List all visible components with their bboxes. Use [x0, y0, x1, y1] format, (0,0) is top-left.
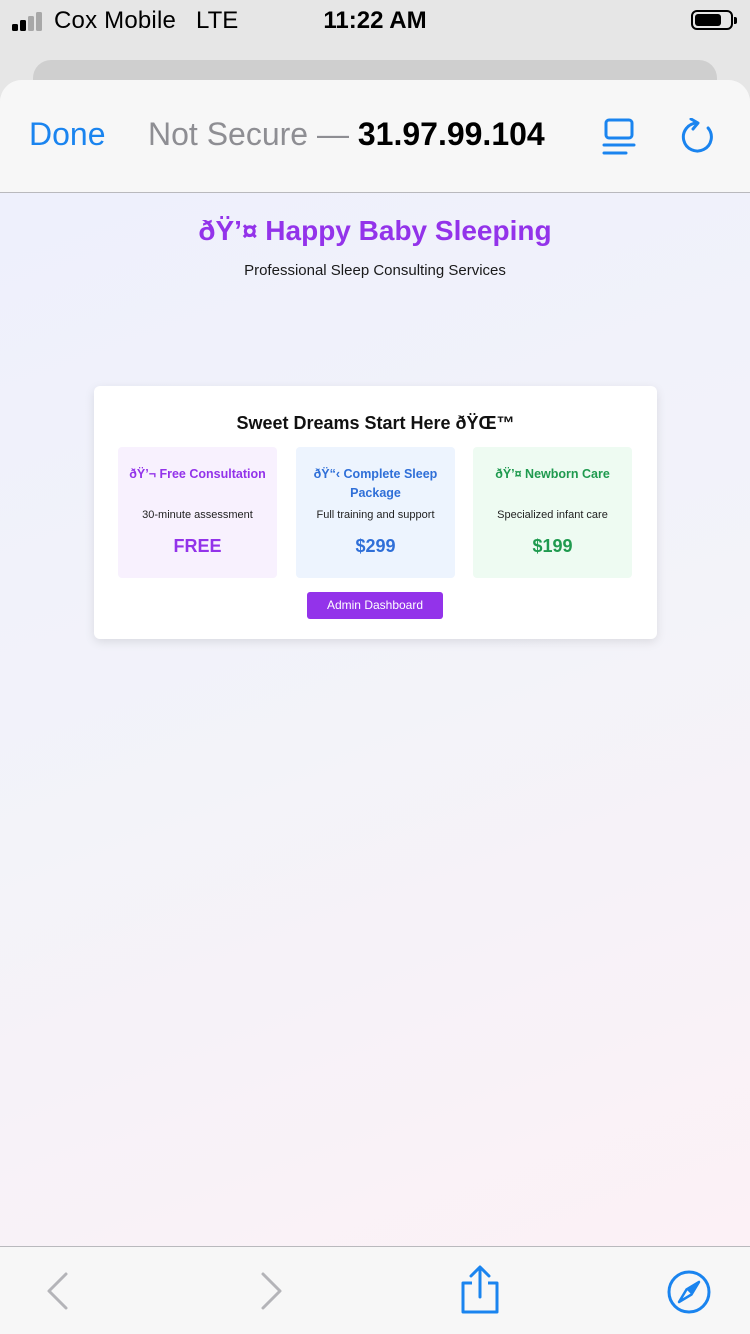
- service-newborn-care[interactable]: ðŸ’¤ Newborn Care Specialized infant car…: [473, 447, 632, 578]
- service-price: $299: [355, 536, 396, 556]
- service-name: ðŸ’¤ Newborn Care: [495, 467, 610, 481]
- reader-icon[interactable]: [602, 118, 636, 156]
- service-description: 30-minute assessment: [142, 509, 253, 521]
- service-complete-sleep-package[interactable]: ðŸ“‹ Complete Sleep Package Full trainin…: [296, 447, 455, 578]
- browser-nav-bar: Done Not Secure — 31.97.99.104: [0, 80, 750, 193]
- compass-icon[interactable]: [666, 1269, 712, 1315]
- done-button[interactable]: Done: [29, 116, 106, 153]
- service-name: ðŸ“‹ Complete Sleep Package: [313, 467, 438, 500]
- reload-icon[interactable]: [678, 118, 716, 156]
- service-description: Specialized infant care: [497, 509, 608, 521]
- page-subtitle: Professional Sleep Consulting Services: [244, 262, 506, 279]
- url-display[interactable]: Not Secure — 31.97.99.104: [148, 116, 545, 153]
- web-content: ðŸ’¤ Happy Baby Sleeping Professional Sl…: [0, 193, 750, 1246]
- battery-icon: [691, 10, 737, 30]
- service-free-consultation[interactable]: ðŸ’¬ Free Consultation 30-minute assessm…: [118, 447, 277, 578]
- security-label: Not Secure —: [148, 116, 349, 152]
- services-card: Sweet Dreams Start Here ðŸŒ™ ðŸ’¬ Free C…: [94, 386, 657, 639]
- service-name: ðŸ’¬ Free Consultation: [129, 467, 266, 481]
- page-title: ðŸ’¤ Happy Baby Sleeping: [198, 215, 552, 246]
- service-price: FREE: [173, 536, 222, 556]
- back-icon[interactable]: [44, 1271, 72, 1311]
- browser-toolbar: [0, 1246, 750, 1334]
- share-icon[interactable]: [458, 1265, 502, 1315]
- forward-icon[interactable]: [257, 1271, 285, 1311]
- admin-dashboard-button[interactable]: Admin Dashboard: [307, 592, 443, 619]
- status-time: 11:22 AM: [323, 7, 427, 34]
- url-host: 31.97.99.104: [357, 116, 545, 152]
- status-bar: Cox Mobile LTE 11:22 AM: [0, 0, 750, 42]
- service-price: $199: [532, 536, 573, 556]
- service-description: Full training and support: [316, 509, 435, 521]
- safari-view-sheet: Done Not Secure — 31.97.99.104 ðŸ’¤ Happ…: [0, 80, 750, 1334]
- card-title: Sweet Dreams Start Here ðŸŒ™: [236, 413, 515, 433]
